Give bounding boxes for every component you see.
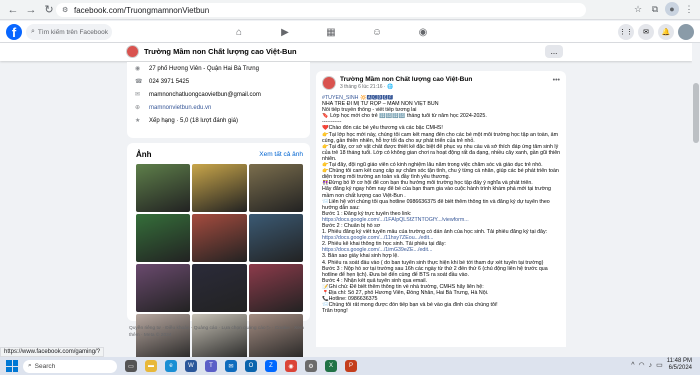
menu-grid-icon[interactable]: ⋮⋮: [618, 24, 634, 40]
address-bar[interactable]: ⚙ facebook.com/TruongmamnonVietbun: [56, 3, 586, 17]
notifications-icon[interactable]: 🔔: [658, 24, 674, 40]
wifi-icon[interactable]: ◠: [639, 361, 645, 369]
post-author-avatar[interactable]: [322, 76, 336, 90]
bookmark-star-icon[interactable]: ☆: [631, 2, 645, 16]
post-text-line: Trân trọng!: [322, 308, 348, 315]
address-text: 27 phố Hương Viên - Quận Hai Bà Trưng: [149, 65, 259, 72]
footer-links[interactable]: Quyền riêng tư · Điều khoản · Quảng cáo …: [129, 326, 309, 339]
page-name[interactable]: Trường Mầm non Chất lượng cao Việt-Bun: [144, 47, 297, 56]
status-bar-url: https://www.facebook.com/gaming/?: [0, 347, 105, 357]
home-icon[interactable]: ⌂: [230, 23, 248, 41]
post-author[interactable]: Trường Mầm non Chất lượng cao Việt-Bun: [340, 76, 472, 83]
photo-thumbnail[interactable]: [192, 214, 247, 262]
video-icon[interactable]: ▶: [276, 23, 294, 41]
star-icon: ★: [135, 118, 141, 124]
photo-thumbnail[interactable]: [248, 214, 303, 262]
search-icon: ⌕: [31, 28, 35, 35]
zalo-icon[interactable]: Z: [265, 360, 277, 372]
more-options-button[interactable]: ...: [545, 45, 563, 58]
address-url: facebook.com/TruongmamnonVietbun: [74, 5, 210, 15]
browser-toolbar: ← → ↻ ⚙ facebook.com/TruongmamnonVietbun…: [0, 0, 700, 20]
post-body: #TUYỂN_SINH 🔆🅰🅲🅳🅴🅵 NHÀ TRẺ ĐI MỊ TỪ RỘP –…: [322, 95, 562, 314]
taskbar-clock[interactable]: 11:48 PM 6/5/2024: [667, 358, 692, 372]
word-icon[interactable]: W: [185, 360, 197, 372]
windows-start-icon[interactable]: [6, 360, 18, 372]
photos-card: Ảnh Xem tất cả ảnh: [127, 143, 310, 362]
groups-icon[interactable]: ☺: [368, 23, 386, 41]
photo-thumbnail[interactable]: [192, 164, 247, 212]
post-text-line: 📨Liên hệ với chúng tôi qua hotline 09866…: [322, 198, 550, 211]
taskbar-search-icon: ⌕: [28, 362, 32, 369]
post-text-line: Bước 3 : Nộp hồ sơ tại trường sau 16h cá…: [322, 265, 548, 278]
teams-icon[interactable]: T: [205, 360, 217, 372]
email-row: ✉ mamnonchatluongcaovietbun@gmail.com: [127, 88, 310, 101]
page-header-bar: Trường Mầm non Chất lượng cao Việt-Bun .…: [0, 43, 692, 61]
photo-thumbnail[interactable]: [192, 264, 247, 312]
email-text[interactable]: mamnonchatluongcaovietbun@gmail.com: [149, 92, 261, 98]
rating-text[interactable]: Xếp hạng · 5,0 (18 lượt đánh giá): [149, 118, 238, 124]
phone-row: ☎ 024 3971 5425: [127, 75, 310, 88]
mail-icon[interactable]: ✉: [225, 360, 237, 372]
page-scrollbar[interactable]: [692, 43, 700, 347]
photo-thumbnail[interactable]: [248, 164, 303, 212]
gaming-icon[interactable]: ◉: [414, 23, 432, 41]
page-avatar[interactable]: [126, 45, 139, 58]
see-all-photos-link[interactable]: Xem tất cả ảnh: [259, 151, 303, 158]
email-icon: ✉: [135, 92, 141, 98]
post-text-line: 4. Phiếu ra soát đầu vào ( do ban tuyển …: [322, 259, 544, 266]
clock-time: 11:48 PM: [666, 358, 692, 364]
battery-icon[interactable]: ▭: [656, 361, 663, 369]
file-explorer-icon[interactable]: ▬: [145, 360, 157, 372]
post-text-line: 👉Chúng tôi cam kết cung cấp sự chăm sóc …: [322, 168, 559, 181]
post-timestamp[interactable]: 3 tháng 6 lúc 21:16 · 🌐: [340, 84, 393, 90]
facebook-header: f ⌕ Tìm kiếm trên Facebook ⌂ ▶ ▦ ☺ ◉ ⋮⋮ …: [0, 21, 700, 43]
chrome-icon[interactable]: ◉: [285, 360, 297, 372]
post-text-line: 👉Tại lớp học mới này, chúng tôi cam kết …: [322, 131, 558, 144]
website-link[interactable]: mamnonvietbun.edu.vn: [149, 105, 211, 111]
phone-icon: ☎: [135, 79, 143, 85]
outlook-icon[interactable]: O: [245, 360, 257, 372]
site-info-icon[interactable]: ⚙: [62, 6, 70, 14]
photo-thumbnail[interactable]: [136, 264, 191, 312]
facebook-logo[interactable]: f: [6, 24, 22, 40]
photo-thumbnail[interactable]: [248, 264, 303, 312]
facebook-search[interactable]: ⌕ Tìm kiếm trên Facebook: [26, 24, 112, 40]
back-icon[interactable]: ←: [4, 1, 22, 19]
browser-menu-icon[interactable]: ⋮: [682, 2, 696, 16]
excel-icon[interactable]: X: [325, 360, 337, 372]
tray-chevron-icon[interactable]: ^: [631, 362, 634, 369]
account-avatar[interactable]: [678, 24, 694, 40]
clock-date: 6/5/2024: [668, 365, 692, 371]
photos-title: Ảnh: [136, 150, 152, 159]
profile-icon[interactable]: ●: [665, 2, 679, 16]
website-row: ⊕ mamnonvietbun.edu.vn: [127, 101, 310, 114]
forward-icon[interactable]: →: [22, 1, 40, 19]
scrollbar-thumb[interactable]: [693, 83, 699, 143]
volume-icon[interactable]: ♪: [649, 362, 653, 369]
phone-text: 024 3971 5425: [149, 78, 190, 85]
location-icon: ◉: [135, 66, 141, 72]
search-placeholder: Tìm kiếm trên Facebook: [37, 28, 108, 36]
photo-thumbnail[interactable]: [136, 164, 191, 212]
address-row: ◉ 27 phố Hương Viên - Quận Hai Bà Trưng: [127, 62, 310, 75]
taskbar-search-label: Search: [34, 362, 56, 370]
post-text-line: Hãy đăng ký ngay hôm nay để bé của bạn t…: [322, 186, 551, 199]
intro-card: ◉ 27 phố Hương Viên - Quận Hai Bà Trưng ☎…: [127, 62, 310, 138]
extensions-icon[interactable]: ⧉: [648, 2, 662, 16]
task-view-icon[interactable]: ▭: [125, 360, 137, 372]
photo-thumbnail[interactable]: [136, 214, 191, 262]
messenger-icon[interactable]: ✉: [638, 24, 654, 40]
post-options-icon[interactable]: •••: [553, 77, 560, 84]
windows-taskbar: ⌕ Search ▭ ▬ e W T ✉ O Z ◉ ⚙ X P ^ ◠ ♪ ▭ …: [0, 357, 700, 375]
powerpoint-icon[interactable]: P: [345, 360, 357, 372]
taskbar-search[interactable]: ⌕ Search: [23, 359, 117, 373]
edge-icon[interactable]: e: [165, 360, 177, 372]
globe-icon: ⊕: [135, 105, 141, 111]
post-card: Trường Mầm non Chất lượng cao Việt-Bun 3…: [316, 71, 566, 347]
marketplace-icon[interactable]: ▦: [322, 23, 340, 41]
rating-row: ★ Xếp hạng · 5,0 (18 lượt đánh giá): [127, 114, 310, 127]
post-text-line: 👉Tại đây, cơ sở vật chất được thiết kế đ…: [322, 143, 561, 162]
settings-icon[interactable]: ⚙: [305, 360, 317, 372]
